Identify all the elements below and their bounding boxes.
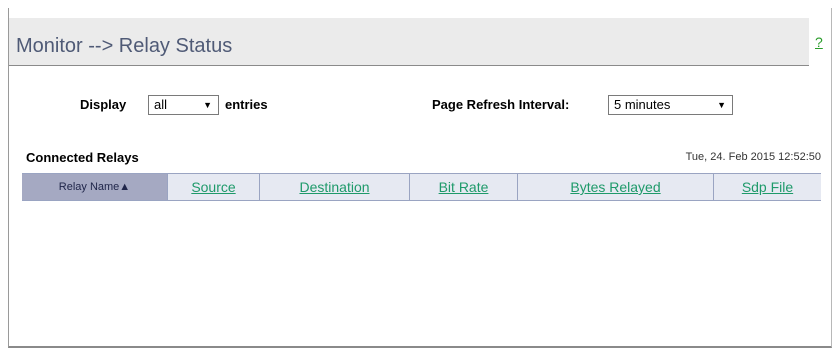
help-link[interactable]: ?: [815, 34, 823, 50]
entries-label: entries: [225, 97, 268, 112]
connected-relays-title: Connected Relays: [26, 150, 139, 165]
display-label: Display: [80, 97, 127, 112]
refresh-interval-value: 5 minutes: [614, 97, 671, 112]
column-header-source[interactable]: Source: [168, 174, 260, 200]
relay-table-header: Relay Name▲ Source Destination Bit Rate …: [22, 173, 821, 201]
column-header-bit-rate[interactable]: Bit Rate: [410, 174, 518, 200]
timestamp: Tue, 24. Feb 2015 12:52:50: [685, 151, 821, 163]
refresh-interval-label: Page Refresh Interval:: [432, 97, 570, 112]
column-header-bytes-relayed[interactable]: Bytes Relayed: [518, 174, 714, 200]
column-header-sdp-file[interactable]: Sdp File: [714, 174, 821, 200]
display-entries-value: all: [154, 97, 168, 112]
column-header-destination[interactable]: Destination: [260, 174, 410, 200]
page-title: Monitor --> Relay Status: [16, 35, 233, 57]
display-entries-select[interactable]: all ▼: [148, 95, 219, 115]
dropdown-arrow-icon: ▼: [717, 100, 726, 110]
refresh-interval-select[interactable]: 5 minutes ▼: [608, 95, 733, 115]
column-header-relay-name[interactable]: Relay Name▲: [22, 174, 168, 200]
dropdown-arrow-icon: ▼: [203, 100, 212, 110]
